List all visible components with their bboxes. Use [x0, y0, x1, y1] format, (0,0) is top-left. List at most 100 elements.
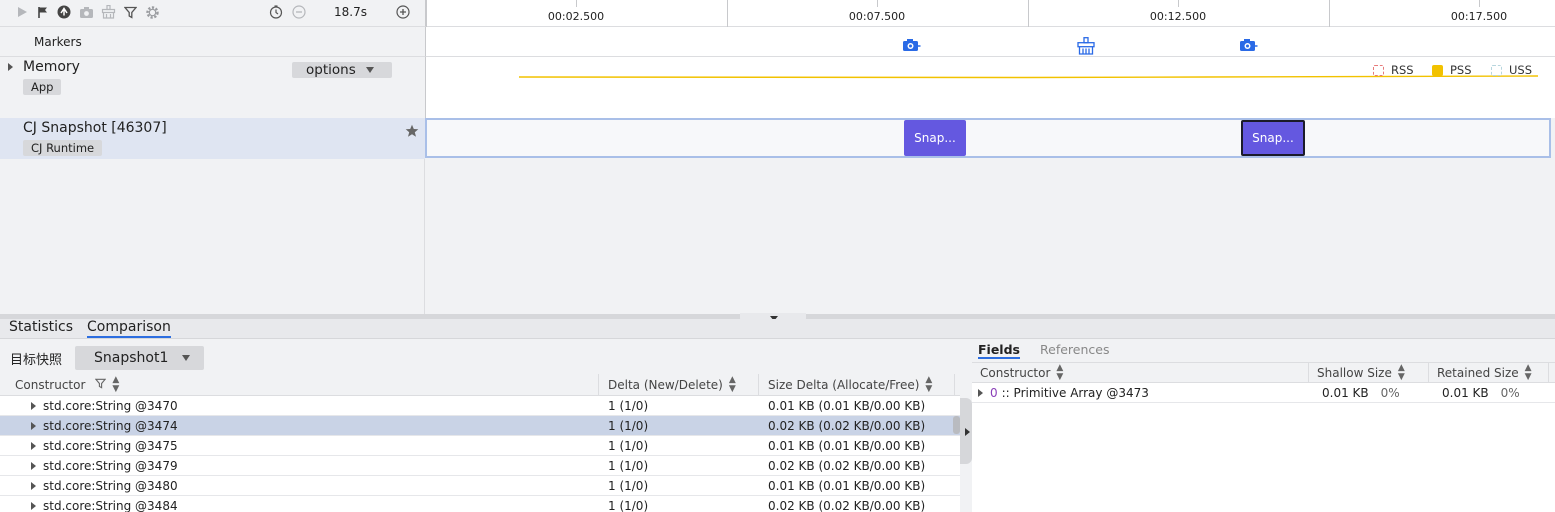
- legend-pss[interactable]: PSS: [1432, 63, 1472, 77]
- header-retained-size[interactable]: Retained Size ▲ ▼: [1429, 363, 1549, 382]
- zoom-out-icon[interactable]: [291, 4, 307, 20]
- gc-icon[interactable]: [100, 4, 116, 20]
- memory-title: Memory: [23, 59, 80, 75]
- tab-fields[interactable]: Fields: [978, 342, 1020, 359]
- ruler-tick: [1178, 0, 1179, 7]
- add-marker-icon[interactable]: [56, 4, 72, 20]
- sort-icon[interactable]: ▲ ▼: [1525, 363, 1532, 382]
- detail-panel: Fields References Constructor ▲ ▼ Shallow…: [972, 340, 1555, 512]
- field-name: :: Primitive Array @3473: [1001, 386, 1149, 400]
- ruler-tick: [877, 0, 878, 7]
- ruler-tick: [1479, 0, 1480, 7]
- row-constructor-cell: std.core:String @3484: [31, 496, 178, 512]
- snapshot-row-header[interactable]: CJ Snapshot [46307] CJ Runtime: [0, 118, 425, 159]
- sort-icon[interactable]: ▲ ▼: [1398, 363, 1405, 382]
- retained-size-cell: 0.01 KB 0%: [1442, 383, 1520, 403]
- camera-icon[interactable]: [78, 4, 94, 20]
- toolbar: 18.7s: [0, 0, 425, 27]
- timer-icon[interactable]: [268, 4, 284, 20]
- zoom-in-icon[interactable]: [395, 4, 411, 20]
- expand-caret-icon[interactable]: [31, 402, 36, 410]
- expand-caret-icon[interactable]: [31, 442, 36, 450]
- delta-cell: 1 (1/0): [608, 399, 649, 413]
- table-row[interactable]: std.core:String @3480 1 (1/0) 0.01 KB (0…: [0, 476, 960, 496]
- table-scrollbar[interactable]: [953, 416, 960, 434]
- markers-row-header: Markers: [0, 27, 425, 57]
- size-delta-cell: 0.02 KB (0.02 KB/0.00 KB): [768, 459, 926, 473]
- snapshot-track[interactable]: Snap... Snap...: [425, 118, 1551, 158]
- expand-caret-icon[interactable]: [978, 389, 983, 397]
- camera-marker-icon[interactable]: [901, 37, 921, 55]
- filter-icon[interactable]: [122, 4, 138, 20]
- legend-rss[interactable]: RSS: [1373, 63, 1414, 77]
- duration-label: 18.7s: [334, 5, 367, 19]
- sort-icon[interactable]: ▲ ▼: [112, 376, 119, 394]
- expand-caret-icon[interactable]: [8, 63, 13, 71]
- empty-track-area: [425, 159, 1555, 314]
- ruler-tick: [576, 0, 577, 7]
- expand-caret-icon[interactable]: [31, 422, 36, 430]
- snapshot-select-value: Snapshot1: [94, 350, 169, 366]
- sort-icon[interactable]: ▲ ▼: [729, 376, 736, 394]
- header-delta[interactable]: Delta (New/Delete) ▲ ▼: [600, 374, 759, 396]
- field-name-cell: 0 :: Primitive Array @3473: [978, 383, 1149, 403]
- snapshot-block-selected[interactable]: Snap...: [1241, 120, 1305, 156]
- flag-icon[interactable]: [35, 4, 51, 20]
- chevron-down-icon: [365, 67, 374, 73]
- table-row[interactable]: std.core:String @3484 1 (1/0) 0.02 KB (0…: [0, 496, 960, 512]
- snapshot-select[interactable]: Snapshot1: [75, 346, 204, 370]
- shallow-size: 0.01 KB: [1322, 386, 1369, 400]
- expand-caret-icon[interactable]: [31, 502, 36, 510]
- tab-comparison[interactable]: Comparison: [87, 319, 171, 338]
- chevron-down-icon: [182, 355, 191, 361]
- header-label: Constructor: [980, 365, 1051, 380]
- play-icon[interactable]: [14, 4, 30, 20]
- legend-label: PSS: [1450, 63, 1472, 77]
- expand-caret-icon[interactable]: [31, 482, 36, 490]
- delta-cell: 1 (1/0): [608, 479, 649, 493]
- star-icon[interactable]: [405, 123, 419, 142]
- legend-uss[interactable]: USS: [1491, 63, 1532, 77]
- table-row-selected[interactable]: std.core:String @3474 1 (1/0) 0.02 KB (0…: [0, 416, 960, 436]
- size-delta-cell: 0.01 KB (0.01 KB/0.00 KB): [768, 439, 926, 453]
- pss-swatch: [1432, 64, 1443, 76]
- bottom-tabs: Statistics Comparison: [0, 319, 1555, 339]
- options-dropdown[interactable]: options: [292, 62, 392, 78]
- sort-icon[interactable]: ▲ ▼: [925, 376, 932, 394]
- header-constructor[interactable]: Constructor ▲ ▼: [7, 374, 599, 396]
- header-shallow-size[interactable]: Shallow Size ▲ ▼: [1309, 363, 1429, 382]
- sort-icon[interactable]: ▲ ▼: [1056, 363, 1063, 382]
- markers-label: Markers: [34, 35, 82, 49]
- row-constructor-cell: std.core:String @3479: [31, 456, 178, 476]
- tab-references[interactable]: References: [1040, 342, 1109, 357]
- size-delta-cell: 0.02 KB (0.02 KB/0.00 KB): [768, 419, 926, 433]
- table-row[interactable]: std.core:String @3475 1 (1/0) 0.01 KB (0…: [0, 436, 960, 456]
- filter-icon[interactable]: [95, 378, 107, 392]
- expand-caret-icon[interactable]: [31, 462, 36, 470]
- gear-icon[interactable]: [144, 4, 160, 20]
- ruler-tick: [1329, 0, 1330, 27]
- field-row[interactable]: 0 :: Primitive Array @3473 0.01 KB 0% 0.…: [972, 383, 1555, 403]
- ruler-label: 00:07.500: [848, 10, 906, 23]
- table-row[interactable]: std.core:String @3479 1 (1/0) 0.02 KB (0…: [0, 456, 960, 476]
- snapshot-block[interactable]: Snap...: [904, 120, 966, 156]
- ruler-label: 00:02.500: [547, 10, 605, 23]
- target-snapshot-bar: 目标快照 Snapshot1: [0, 340, 960, 374]
- header-size-delta[interactable]: Size Delta (Allocate/Free) ▲ ▼: [760, 374, 955, 396]
- row-constructor-cell: std.core:String @3475: [31, 436, 178, 456]
- time-ruler[interactable]: 00:02.500 00:07.500 00:12.500 00:17.500: [425, 0, 1555, 27]
- tab-statistics[interactable]: Statistics: [9, 319, 73, 336]
- header-label: Constructor: [15, 378, 86, 392]
- delta-cell: 1 (1/0): [608, 419, 649, 433]
- gc-marker-icon[interactable]: [1076, 37, 1096, 55]
- constructor-text: std.core:String @3474: [43, 419, 178, 433]
- comparison-table: Constructor ▲ ▼ Delta (New/Delete) ▲ ▼ Siz…: [0, 374, 960, 512]
- constructor-text: std.core:String @3475: [43, 439, 178, 453]
- table-row[interactable]: std.core:String @3470 1 (1/0) 0.01 KB (0…: [0, 396, 960, 416]
- chevron-right-icon[interactable]: [965, 428, 970, 436]
- rss-swatch: [1373, 64, 1384, 76]
- header-constructor[interactable]: Constructor ▲ ▼: [972, 363, 1309, 382]
- camera-marker-icon[interactable]: [1238, 37, 1258, 55]
- size-delta-cell: 0.01 KB (0.01 KB/0.00 KB): [768, 479, 926, 493]
- snapshot-block-label: Snap...: [914, 131, 956, 145]
